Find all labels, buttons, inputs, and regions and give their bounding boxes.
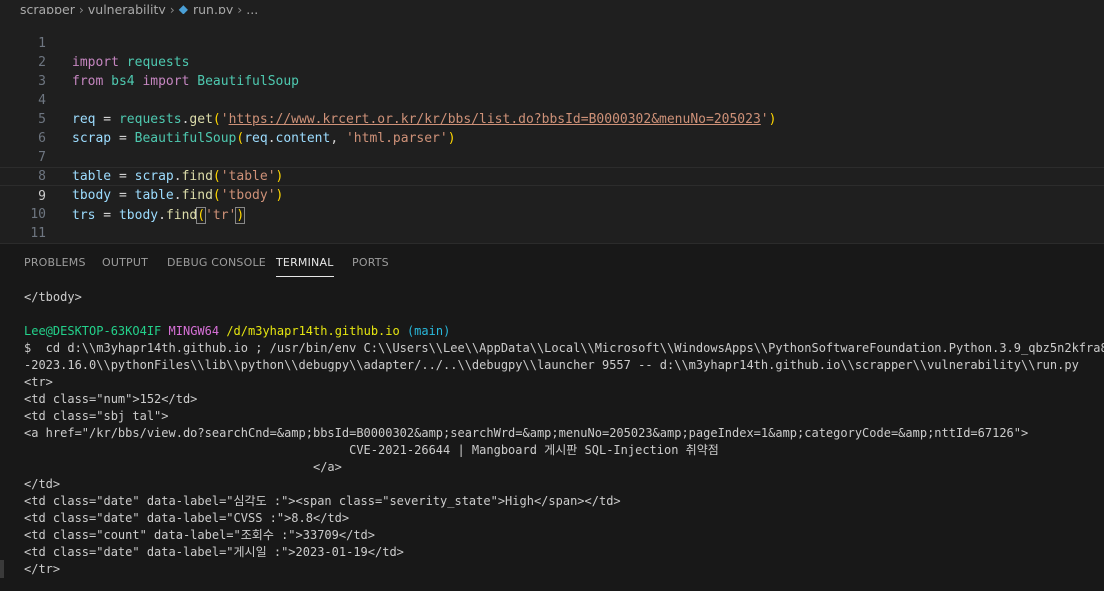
code-line-3[interactable]: 3 [0, 53, 1104, 89]
terminal-line: <td class="sbj tal"> [24, 409, 169, 423]
code-line-6[interactable]: 6 [0, 110, 1104, 146]
code-line-10[interactable]: 10 [0, 186, 1104, 222]
terminal-prompt: Lee@DESKTOP-63KO4IF MINGW64 /d/m3yhapr14… [24, 323, 1104, 340]
prompt-user: Lee@DESKTOP-63KO4IF [24, 324, 162, 338]
prompt-path: /d/m3yhapr14th.github.io [226, 324, 400, 338]
prompt-branch: (main) [406, 324, 451, 338]
terminal-line: <td class="date" data-label="심각도 :"><spa… [24, 494, 621, 508]
terminal-command: $ cd d:\\m3yhapr14th.github.io ; /usr/bi… [24, 341, 1104, 355]
terminal-line: </td> [24, 477, 61, 491]
code-line-5[interactable]: 5 scrap = BeautifulSoup(req.content, 'ht… [0, 91, 1104, 146]
code-line-7[interactable]: 7 table = scrap.find('table') [0, 129, 1104, 184]
terminal-line: <td class="count" data-label="조회수 :">337… [24, 528, 376, 542]
code-line-8[interactable]: 8 tbody = table.find('tbody') [0, 148, 1104, 203]
tab-debug-console[interactable]: DEBUG CONSOLE [167, 256, 266, 276]
terminal-line: <td class="num">152</td> [24, 392, 198, 406]
terminal-line: </tbody> [24, 290, 82, 304]
terminal-scrollbar[interactable] [0, 560, 4, 578]
code-line-1[interactable]: 1 import requests [0, 15, 1104, 70]
tab-problems[interactable]: PROBLEMS [24, 256, 86, 276]
code-line-9[interactable]: 9 trs = tbody.find('tr') [0, 167, 1104, 224]
terminal-line: <a href="/kr/bbs/view.do?searchCnd=&amp;… [24, 426, 1029, 440]
code-editor[interactable]: 1 import requests 2 from bs4 import Beau… [0, 14, 1104, 260]
panel-tabs: PROBLEMS OUTPUT DEBUG CONSOLE TERMINAL P… [0, 244, 1104, 280]
terminal-line: </a> [24, 460, 342, 474]
line-number: 11 [30, 226, 46, 241]
bottom-panel: PROBLEMS OUTPUT DEBUG CONSOLE TERMINAL P… [0, 243, 1104, 591]
terminal-line: CVE-2021-26644 | Mangboard 게시판 SQL-Injec… [24, 443, 719, 457]
code-line-2[interactable]: 2 from bs4 import BeautifulSoup [0, 34, 1104, 89]
tab-terminal[interactable]: TERMINAL [276, 256, 334, 277]
code-line-11[interactable]: 11 print(trs) [0, 205, 1104, 260]
terminal-line: <tr> [24, 375, 53, 389]
prompt-shell: MINGW64 [168, 324, 220, 338]
tab-output[interactable]: OUTPUT [102, 256, 148, 276]
vscode-window: scrapper › vulnerability › ◆ run.py › ..… [0, 0, 1104, 591]
terminal-command: -2023.16.0\\pythonFiles\\lib\\python\\de… [24, 358, 1079, 372]
code-line-4[interactable]: 4 req = requests.get('https://www.krcert… [0, 72, 1104, 127]
tab-ports[interactable]: PORTS [352, 256, 389, 276]
terminal-line: </tr> [24, 562, 61, 576]
terminal-line: <td class="date" data-label="CVSS :">8.8… [24, 511, 350, 525]
terminal-output[interactable]: </tbody> Lee@DESKTOP-63KO4IF MINGW64 /d/… [24, 289, 1104, 589]
terminal-line: <td class="date" data-label="게시일 :">2023… [24, 545, 404, 559]
